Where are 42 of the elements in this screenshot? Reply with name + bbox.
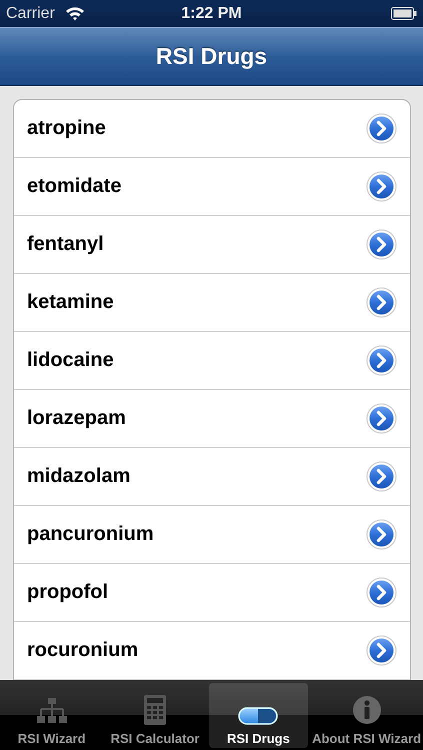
drug-name: atropine (27, 117, 106, 140)
drug-name: fentanyl (27, 233, 104, 256)
chevron-icon[interactable] (366, 403, 397, 434)
chevron-icon[interactable] (366, 113, 397, 144)
chevron-icon[interactable] (366, 635, 397, 666)
chevron-icon[interactable] (366, 461, 397, 492)
drug-name: etomidate (27, 175, 122, 198)
status-time: 1:22 PM (181, 4, 242, 22)
drug-row[interactable]: etomidate (14, 158, 410, 216)
drug-row[interactable]: propofol (14, 564, 410, 622)
tab[interactable]: About RSI Wizard (312, 683, 422, 748)
drug-name: ketamine (27, 291, 114, 314)
chevron-icon[interactable] (366, 577, 397, 608)
drug-name: propofol (27, 581, 108, 604)
drug-row[interactable]: ketamine (14, 274, 410, 332)
drug-row[interactable]: pancuronium (14, 506, 410, 564)
tab[interactable]: RSI Wizard (2, 683, 102, 748)
drug-row[interactable]: lidocaine (14, 332, 410, 390)
drug-name: rocuronium (27, 639, 138, 662)
hierarchy-icon (36, 697, 68, 725)
info-icon (352, 695, 382, 725)
chevron-icon[interactable] (366, 345, 397, 376)
chevron-icon[interactable] (366, 519, 397, 550)
drug-row[interactable]: atropine (14, 100, 410, 158)
chevron-icon[interactable] (366, 229, 397, 260)
pill-icon (238, 707, 278, 725)
carrier-label: Carrier (6, 4, 55, 22)
wifi-icon (64, 6, 85, 21)
drug-row[interactable]: fentanyl (14, 216, 410, 274)
drug-name: midazolam (27, 465, 130, 488)
drug-row[interactable]: lorazepam (14, 390, 410, 448)
battery-icon (391, 7, 417, 20)
chevron-icon[interactable] (366, 287, 397, 318)
drug-row[interactable]: midazolam (14, 448, 410, 506)
calculator-icon (144, 695, 166, 725)
tab[interactable]: RSI Drugs (208, 683, 308, 748)
drug-name: pancuronium (27, 523, 154, 546)
chevron-icon[interactable] (366, 171, 397, 202)
tab[interactable]: RSI Calculator (105, 683, 205, 748)
drug-name: lidocaine (27, 349, 114, 372)
nav-title: RSI Drugs (156, 43, 268, 70)
drug-name: lorazepam (27, 407, 126, 430)
